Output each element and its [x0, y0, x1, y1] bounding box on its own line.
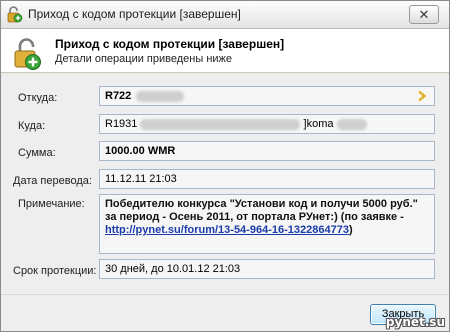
- from-field[interactable]: R722: [99, 86, 435, 106]
- redacted-region: [336, 118, 367, 130]
- date-value: 11.12.11 21:03: [105, 173, 177, 185]
- to-value-suffix: ]koma: [303, 118, 334, 130]
- redacted-region: [140, 118, 301, 130]
- protection-label: Срок протекции:: [13, 265, 97, 277]
- note-text: Победителю конкурса "Установи код и полу…: [105, 198, 418, 223]
- date-field[interactable]: 11.12.11 21:03: [99, 169, 435, 189]
- window-close-button[interactable]: ✕: [409, 5, 439, 24]
- amount-field[interactable]: 1000.00 WMR: [99, 141, 435, 161]
- note-field[interactable]: Победителю конкурса "Установи код и полу…: [99, 194, 435, 254]
- dialog-header: Приход с кодом протекции [завершен] Дета…: [1, 29, 449, 73]
- note-label: Примечание:: [18, 198, 85, 210]
- dialog-heading: Приход с кодом протекции [завершен]: [55, 37, 285, 51]
- amount-label: Сумма:: [18, 147, 56, 159]
- amount-value: 1000.00 WMR: [105, 145, 176, 157]
- to-label: Куда:: [18, 120, 46, 132]
- watermark: pynet.su: [385, 315, 445, 329]
- title-bar: Приход с кодом протекции [завершен] ✕: [1, 1, 449, 29]
- window-title: Приход с кодом протекции [завершен]: [28, 7, 241, 21]
- dialog-subheading: Детали операции приведены ниже: [55, 53, 233, 65]
- protection-field[interactable]: 30 дней, до 10.01.12 21:03: [99, 259, 435, 279]
- unlocked-padlock-icon: [7, 6, 23, 23]
- date-label: Дата перевода:: [13, 175, 92, 187]
- protection-value: 30 дней, до 10.01.12 21:03: [105, 263, 241, 275]
- unlocked-padlock-plus-icon: [14, 38, 41, 70]
- note-text-end: ): [348, 224, 353, 236]
- transaction-details-window: Приход с кодом протекции [завершен] ✕ Пр…: [0, 0, 450, 332]
- details-panel: Откуда: R722 Куда: R1931 ]koma Сумма: 10…: [1, 74, 449, 294]
- redacted-region: [136, 90, 185, 102]
- from-label: Откуда:: [18, 92, 58, 104]
- close-icon: ✕: [418, 7, 430, 22]
- chevron-right-icon[interactable]: [416, 90, 428, 102]
- from-value: R722: [105, 90, 132, 102]
- note-link[interactable]: http://pynet.su/forum/13-54-964-16-13228…: [105, 224, 349, 236]
- to-value-prefix: R1931: [105, 118, 138, 130]
- to-field[interactable]: R1931 ]koma: [99, 114, 435, 134]
- dialog-footer: Закрыть: [1, 294, 449, 331]
